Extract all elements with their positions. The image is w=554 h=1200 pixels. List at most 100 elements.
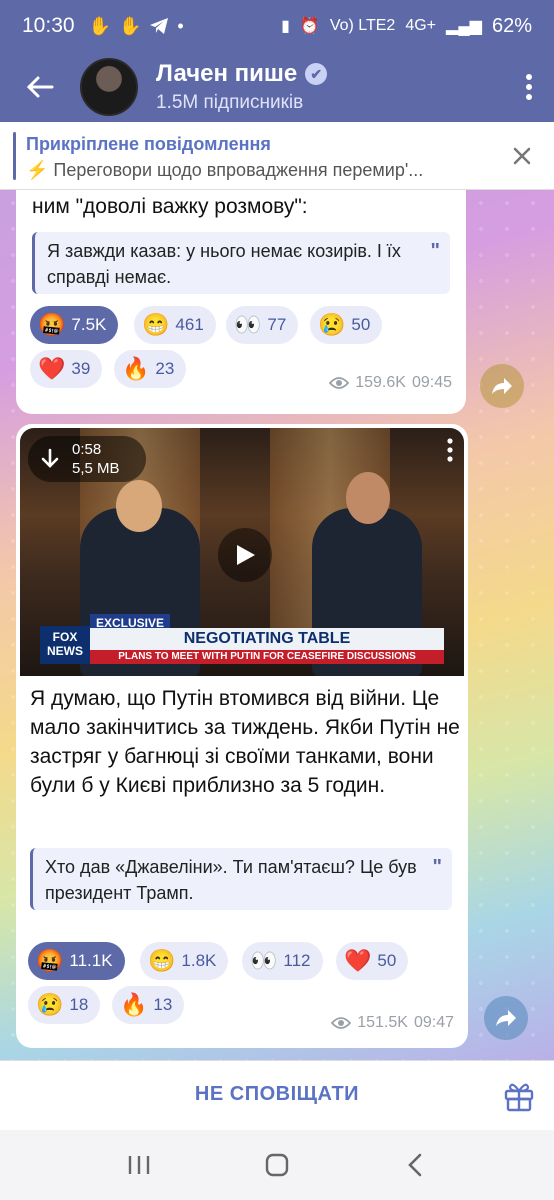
play-icon: [237, 545, 255, 565]
back-button[interactable]: [0, 52, 80, 122]
news-chyron: EXCLUSIVE FOX NEWS NEGOTIATING TABLE PLA…: [40, 614, 444, 664]
reaction-fire[interactable]: 🔥 13: [112, 986, 185, 1024]
more-vertical-icon: [526, 74, 532, 100]
chyron-headline: NEGOTIATING TABLE: [90, 628, 444, 650]
recent-apps-button[interactable]: [119, 1145, 159, 1185]
view-count: 159.6K: [355, 374, 406, 391]
play-button[interactable]: [218, 528, 272, 582]
eye-icon: [329, 377, 350, 389]
message-bubble[interactable]: 0:58 5,5 MB EXCLUSIVE FOX NEWS NEGOTIATI…: [16, 424, 468, 1048]
share-button[interactable]: [480, 364, 524, 408]
fire-emoji-icon: 🔥: [122, 356, 150, 381]
pinned-indicator: [13, 132, 16, 180]
fire-emoji-icon: 🔥: [120, 992, 148, 1017]
message-text: ним "доволі важку розмову":: [32, 195, 308, 218]
share-button[interactable]: [484, 996, 528, 1040]
battery-level: 62%: [491, 14, 532, 37]
reaction-angry[interactable]: 🤬 11.1K: [28, 942, 125, 980]
mute-button[interactable]: НЕ СПОВІЩАТИ: [0, 1083, 554, 1106]
heart-emoji-icon: ❤️: [38, 356, 66, 381]
reaction-count: 112: [283, 951, 311, 970]
chat-area[interactable]: ним "доволі важку розмову": Я завжди каз…: [0, 190, 554, 1060]
reaction-eyes[interactable]: 👀 112: [242, 942, 323, 980]
telegram-icon: [150, 18, 169, 34]
reaction-heart[interactable]: ❤️ 50: [336, 942, 409, 980]
message-meta: 159.6K 09:45: [329, 374, 452, 392]
reaction-grin[interactable]: 😁 461: [134, 306, 216, 344]
more-menu-button[interactable]: [504, 52, 554, 122]
reaction-cry[interactable]: 😢 50: [310, 306, 383, 344]
signal-icon: ▂▄▆: [446, 18, 482, 35]
channel-avatar[interactable]: [80, 58, 138, 116]
signal-type: 4G+: [405, 17, 437, 34]
download-icon: [41, 448, 59, 468]
reaction-count: 18: [69, 995, 89, 1014]
angry-emoji-icon: 🤬: [38, 312, 66, 337]
reaction-grin[interactable]: 😁 1.8K: [140, 942, 229, 980]
verified-icon: ✔: [305, 63, 328, 85]
gift-icon[interactable]: [502, 1079, 536, 1113]
message-text: Я думаю, що Путін втомився від війни. Це…: [30, 687, 460, 797]
reaction-count: 13: [153, 995, 173, 1014]
message-meta: 151.5K 09:47: [331, 1014, 454, 1032]
reaction-count: 50: [351, 315, 371, 334]
reaction-angry[interactable]: 🤬 7.5K: [30, 306, 119, 344]
share-arrow-icon: [496, 1010, 516, 1026]
reaction-count: 50: [377, 951, 397, 970]
pinned-text: ⚡ Переговори щодо впровадження перемир'.…: [26, 160, 424, 180]
close-icon[interactable]: [508, 142, 536, 170]
back-arrow-icon: [26, 76, 54, 98]
back-chevron-icon: [408, 1153, 422, 1177]
quote-text: Я завжди казав: у нього немає козирів. І…: [47, 241, 401, 287]
hand-icon: ✋: [118, 15, 142, 36]
status-bar: 10:30 ✋ ✋ • ▮ ⏰ Vo) LTE2 4G+ ▂▄▆ 62%: [0, 0, 554, 52]
reaction-count: 7.5K: [71, 315, 107, 334]
quote-icon: ": [432, 856, 442, 878]
recent-apps-icon: [128, 1156, 150, 1174]
chat-header: Лачен пише ✔ 1.5M підписників: [0, 52, 554, 122]
reaction-fire[interactable]: 🔥 23: [114, 350, 187, 388]
more-vertical-icon[interactable]: [446, 438, 454, 462]
message-time: 09:45: [411, 374, 452, 391]
back-nav-button[interactable]: [395, 1145, 435, 1185]
video-size: 5,5 MB: [72, 460, 120, 477]
eyes-emoji-icon: 👀: [250, 948, 278, 973]
lock-icon: ▮: [281, 18, 290, 35]
dot-icon: •: [177, 15, 184, 36]
video-player[interactable]: 0:58 5,5 MB EXCLUSIVE FOX NEWS NEGOTIATI…: [20, 428, 464, 676]
subscriber-count: 1.5M підписників: [156, 92, 304, 113]
notification-icons: ✋ ✋ •: [89, 16, 184, 37]
message-time: 09:47: [413, 1014, 454, 1031]
hand-icon: ✋: [88, 15, 111, 36]
chyron-subline: PLANS TO MEET WITH PUTIN FOR CEASEFIRE D…: [90, 650, 444, 664]
video-duration: 0:58: [72, 441, 102, 458]
grin-emoji-icon: 😁: [142, 312, 170, 337]
reaction-count: 39: [71, 359, 91, 378]
reaction-eyes[interactable]: 👀 77: [226, 306, 299, 344]
view-count: 151.5K: [357, 1014, 408, 1031]
reaction-count: 23: [155, 359, 175, 378]
message-bubble[interactable]: ним "доволі важку розмову": Я завжди каз…: [16, 190, 466, 414]
reaction-cry[interactable]: 😢 18: [28, 986, 101, 1024]
network-label: Vo) LTE2: [329, 17, 396, 34]
fox-news-logo: FOX NEWS: [40, 626, 90, 664]
video-person-head: [116, 480, 162, 532]
reaction-heart[interactable]: ❤️ 39: [30, 350, 103, 388]
system-icons: ▮ ⏰ Vo) LTE2 4G+ ▂▄▆ 62%: [281, 15, 532, 38]
download-badge[interactable]: 0:58 5,5 MB: [28, 436, 146, 482]
cry-emoji-icon: 😢: [36, 992, 64, 1017]
message-quote: Я завжди казав: у нього немає козирів. І…: [32, 232, 450, 294]
home-button[interactable]: [257, 1145, 297, 1185]
reaction-count: 11.1K: [69, 951, 113, 970]
channel-action-bar: НЕ СПОВІЩАТИ: [0, 1060, 554, 1130]
eyes-emoji-icon: 👀: [234, 312, 262, 337]
channel-info[interactable]: Лачен пише ✔ 1.5M підписників: [156, 60, 328, 114]
video-person-head: [346, 472, 390, 524]
grin-emoji-icon: 😁: [148, 948, 176, 973]
reaction-count: 1.8K: [181, 951, 217, 970]
quote-icon: ": [430, 240, 440, 262]
pinned-message[interactable]: Прикріплене повідомлення ⚡ Переговори що…: [0, 122, 554, 190]
heart-emoji-icon: ❤️: [344, 948, 372, 973]
share-arrow-icon: [492, 378, 512, 394]
eye-icon: [331, 1017, 352, 1029]
